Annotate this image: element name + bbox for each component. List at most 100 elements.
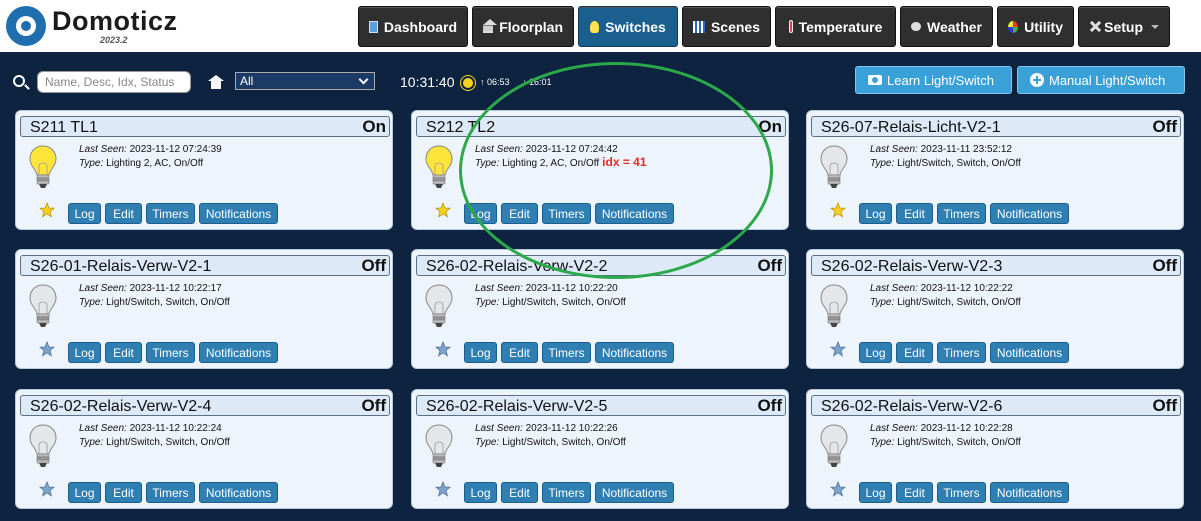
last-seen-value: 2023-11-12 10:22:24 [129, 423, 222, 434]
device-status[interactable]: Off [1152, 396, 1177, 416]
nav-setup[interactable]: Setup [1078, 6, 1170, 47]
notifications-button[interactable]: Notifications [199, 342, 278, 363]
device-status[interactable]: Off [757, 256, 782, 276]
log-button[interactable]: Log [68, 203, 101, 224]
log-button[interactable]: Log [68, 482, 101, 503]
device-name: S26-01-Relais-Verw-V2-1 [30, 258, 212, 275]
room-filter-select[interactable]: All [235, 72, 375, 90]
nav-utility[interactable]: Utility [997, 6, 1074, 47]
manual-light-switch-button[interactable]: Manual Light/Switch [1017, 66, 1185, 94]
notifications-button[interactable]: Notifications [595, 482, 674, 503]
favorite-star-icon[interactable] [830, 202, 846, 218]
last-seen-label: Last Seen: [79, 144, 127, 155]
idx-annotation: idx = 41 [602, 155, 647, 169]
sunrise-time: ↑ 06:53 [480, 77, 510, 87]
lightbulb-icon[interactable] [424, 144, 454, 190]
device-status[interactable]: Off [361, 256, 386, 276]
plus-circle-icon [1030, 73, 1044, 87]
notifications-button[interactable]: Notifications [595, 203, 674, 224]
timers-button[interactable]: Timers [146, 203, 195, 224]
edit-button[interactable]: Edit [501, 482, 538, 503]
room-filter-value: All [240, 74, 254, 88]
favorite-star-icon[interactable] [39, 202, 55, 218]
type-value: Light/Switch, Switch, On/Off [106, 297, 230, 308]
device-status[interactable]: Off [757, 396, 782, 416]
timers-button[interactable]: Timers [542, 203, 591, 224]
last-seen-value: 2023-11-12 10:22:20 [525, 283, 618, 294]
favorite-star-icon[interactable] [435, 202, 451, 218]
nav-switches[interactable]: Switches [578, 6, 678, 47]
timers-button[interactable]: Timers [146, 482, 195, 503]
favorite-star-icon[interactable] [830, 341, 846, 357]
learn-light-switch-button[interactable]: Learn Light/Switch [855, 66, 1012, 94]
edit-button[interactable]: Edit [105, 203, 142, 224]
favorite-star-icon[interactable] [830, 481, 846, 497]
device-actions: Log Edit Timers Notifications [68, 203, 278, 224]
log-button[interactable]: Log [464, 482, 497, 503]
timers-button[interactable]: Timers [937, 203, 986, 224]
app-logo[interactable]: Domoticz 2023.2 [6, 6, 178, 46]
lightbulb-icon[interactable] [819, 144, 849, 190]
log-button[interactable]: Log [859, 342, 892, 363]
timers-button[interactable]: Timers [542, 342, 591, 363]
nav-label: Dashboard [383, 18, 457, 35]
last-seen-line: Last Seen: 2023-11-12 10:22:26 [475, 423, 629, 435]
device-status[interactable]: On [758, 117, 782, 137]
edit-button[interactable]: Edit [105, 342, 142, 363]
search-icon [13, 75, 25, 87]
last-seen-value: 2023-11-12 07:24:42 [525, 144, 618, 155]
nav-scenes[interactable]: Scenes [682, 6, 771, 47]
edit-button[interactable]: Edit [105, 482, 142, 503]
device-info: Last Seen: 2023-11-12 10:22:22 Type: Lig… [870, 283, 1024, 309]
learn-label: Learn Light/Switch [887, 72, 994, 88]
favorite-star-icon[interactable] [435, 481, 451, 497]
nav-dashboard[interactable]: Dashboard [358, 6, 468, 47]
nav-temperature[interactable]: Temperature [775, 6, 896, 47]
home-icon [208, 75, 224, 89]
lightbulb-icon[interactable] [819, 283, 849, 329]
favorite-star-icon[interactable] [435, 341, 451, 357]
edit-button[interactable]: Edit [896, 342, 933, 363]
log-button[interactable]: Log [464, 342, 497, 363]
nav-weather[interactable]: Weather [900, 6, 993, 47]
device-status[interactable]: Off [1152, 117, 1177, 137]
timers-button[interactable]: Timers [146, 342, 195, 363]
edit-button[interactable]: Edit [501, 342, 538, 363]
lightbulb-icon[interactable] [28, 144, 58, 190]
search-input[interactable] [37, 71, 191, 93]
favorite-star-icon[interactable] [39, 481, 55, 497]
device-status[interactable]: Off [1152, 256, 1177, 276]
lightbulb-icon[interactable] [28, 283, 58, 329]
type-value: Lighting 2, AC, On/Off [106, 158, 204, 169]
sunset-time: ↓ 16:01 [522, 77, 552, 87]
nav-floorplan[interactable]: Floorplan [472, 6, 574, 47]
device-status[interactable]: On [362, 117, 386, 137]
timers-button[interactable]: Timers [937, 342, 986, 363]
log-button[interactable]: Log [464, 203, 497, 224]
notifications-button[interactable]: Notifications [990, 203, 1069, 224]
notifications-button[interactable]: Notifications [199, 203, 278, 224]
notifications-button[interactable]: Notifications [199, 482, 278, 503]
last-seen-line: Last Seen: 2023-11-11 23:52:12 [870, 144, 1024, 156]
device-status[interactable]: Off [361, 396, 386, 416]
last-seen-line: Last Seen: 2023-11-12 10:22:28 [870, 423, 1024, 435]
camera-icon [868, 75, 882, 85]
timers-button[interactable]: Timers [937, 482, 986, 503]
log-button[interactable]: Log [68, 342, 101, 363]
lightbulb-icon[interactable] [819, 423, 849, 469]
notifications-button[interactable]: Notifications [990, 342, 1069, 363]
edit-button[interactable]: Edit [501, 203, 538, 224]
favorite-star-icon[interactable] [39, 341, 55, 357]
log-button[interactable]: Log [859, 482, 892, 503]
edit-button[interactable]: Edit [896, 203, 933, 224]
lightbulb-icon[interactable] [424, 423, 454, 469]
timers-button[interactable]: Timers [542, 482, 591, 503]
lightbulb-icon[interactable] [28, 423, 58, 469]
edit-button[interactable]: Edit [896, 482, 933, 503]
notifications-button[interactable]: Notifications [990, 482, 1069, 503]
last-seen-label: Last Seen: [475, 423, 523, 434]
domoticz-logo-icon [6, 6, 46, 46]
lightbulb-icon[interactable] [424, 283, 454, 329]
notifications-button[interactable]: Notifications [595, 342, 674, 363]
log-button[interactable]: Log [859, 203, 892, 224]
